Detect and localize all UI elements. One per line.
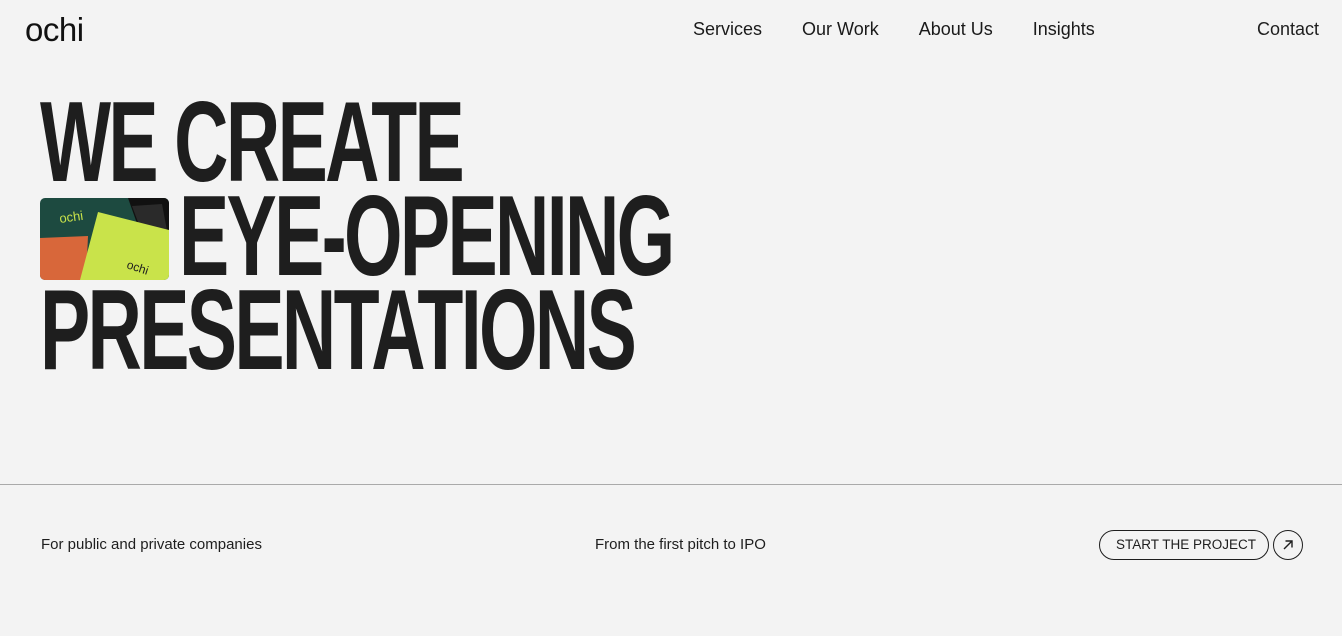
hero-line-3: PRESENTATIONS — [40, 267, 637, 394]
section-divider — [0, 484, 1342, 485]
arrow-up-right-icon[interactable] — [1273, 530, 1303, 560]
start-project-button[interactable]: START THE PROJECT — [1099, 530, 1269, 560]
ochi-logo[interactable]: ochi — [25, 10, 84, 50]
hero-headline: WE CREATE ochi ochi EYE-OPENING PRESENTA… — [40, 86, 940, 394]
nav-link-about-us[interactable]: About Us — [919, 17, 993, 41]
top-nav: ochi Services Our Work About Us Insights… — [0, 0, 1342, 60]
nav-links: Services Our Work About Us Insights — [693, 17, 1095, 41]
nav-link-insights[interactable]: Insights — [1033, 17, 1095, 41]
nav-link-services[interactable]: Services — [693, 17, 762, 41]
nav-link-our-work[interactable]: Our Work — [802, 17, 879, 41]
start-project-cta: START THE PROJECT — [1099, 530, 1303, 560]
nav-link-contact[interactable]: Contact — [1257, 17, 1319, 41]
tagline-companies: For public and private companies — [41, 536, 262, 553]
tagline-pitch-to-ipo: From the first pitch to IPO — [595, 536, 766, 553]
